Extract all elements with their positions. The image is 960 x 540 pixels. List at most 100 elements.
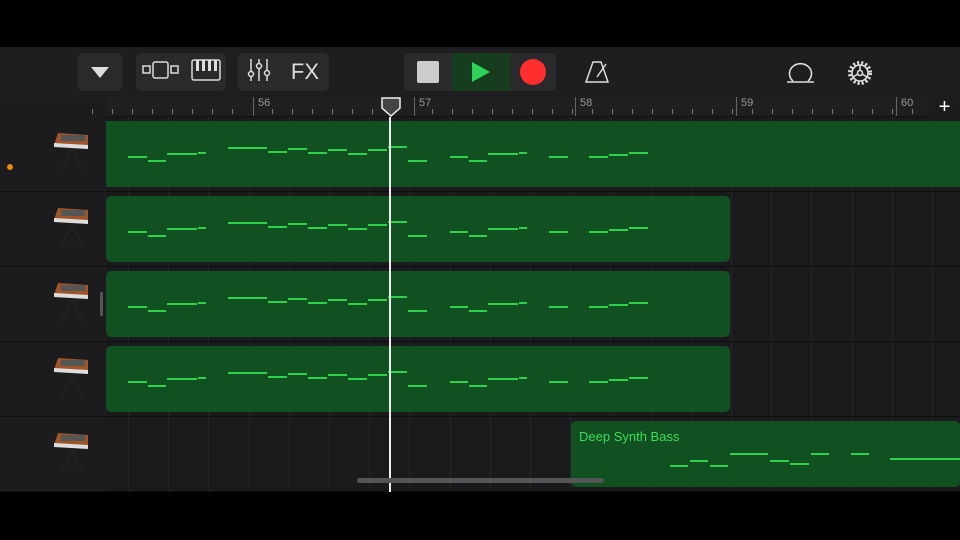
midi-note: [128, 381, 147, 383]
grid-line: [811, 192, 813, 266]
midi-note: [368, 224, 387, 226]
play-icon: [472, 62, 490, 82]
track-header[interactable]: [0, 267, 106, 342]
midi-note: [851, 453, 869, 455]
ruler-tick: [672, 109, 673, 114]
grid-line: [932, 267, 933, 341]
tracks-menu-button[interactable]: [77, 53, 123, 91]
ruler-tick: [552, 109, 553, 114]
midi-note: [328, 224, 347, 226]
synth-instrument-icon: [54, 208, 88, 247]
settings-button[interactable]: [846, 59, 874, 92]
play-button[interactable]: [452, 53, 510, 91]
ruler-tick: [292, 109, 293, 114]
midi-note: [148, 310, 166, 312]
record-button[interactable]: [510, 53, 556, 91]
midi-note: [228, 222, 267, 224]
horizontal-scrollbar[interactable]: [357, 478, 604, 483]
mixer-button[interactable]: [247, 58, 271, 87]
midi-note: [790, 463, 809, 465]
bar-number: 57: [414, 97, 431, 116]
ruler-tick: [812, 109, 813, 114]
midi-note: [328, 149, 347, 151]
stop-icon: [417, 61, 439, 83]
midi-note: [198, 377, 206, 379]
grid-line: [932, 192, 933, 266]
midi-note: [268, 301, 287, 303]
timeline-ruler[interactable]: 56 57 58 59 60: [92, 97, 929, 117]
transport: [404, 53, 556, 91]
ruler-tick: [572, 109, 573, 114]
track-header[interactable]: [0, 192, 106, 267]
playhead[interactable]: [389, 117, 391, 492]
midi-region[interactable]: [106, 271, 730, 337]
midi-note: [348, 378, 367, 380]
midi-note: [629, 377, 648, 379]
ruler-tick: [92, 109, 93, 114]
midi-note: [469, 385, 487, 387]
midi-note: [288, 223, 307, 225]
midi-note: [268, 376, 287, 378]
midi-note: [198, 227, 206, 229]
track-lane[interactable]: [106, 192, 960, 267]
midi-note: [519, 152, 527, 154]
midi-note: [450, 156, 468, 158]
track-lane[interactable]: [106, 342, 960, 417]
ruler-tick: [172, 109, 173, 114]
tracks-view-icon: [142, 60, 179, 79]
track-header[interactable]: [0, 417, 106, 492]
ruler-tick: [772, 109, 773, 114]
midi-region[interactable]: [106, 121, 960, 187]
midi-note: [450, 381, 468, 383]
track-header[interactable]: [0, 342, 106, 417]
midi-note: [469, 160, 487, 162]
midi-note: [549, 231, 568, 233]
midi-note: [148, 235, 166, 237]
add-section-button[interactable]: +: [929, 97, 960, 117]
ruler-tick: [792, 109, 793, 114]
midi-region[interactable]: [106, 196, 730, 262]
ruler-tick: [732, 109, 733, 114]
track-resize-handle[interactable]: [100, 292, 103, 316]
ruler-tick: [632, 109, 633, 114]
midi-note: [308, 227, 327, 229]
ruler-tick: [112, 109, 113, 114]
grid-line: [771, 267, 773, 341]
midi-note: [488, 228, 518, 230]
grid-line: [128, 417, 129, 491]
fx-button[interactable]: FX: [291, 59, 319, 85]
keyboard-icon: [191, 58, 221, 81]
midi-note: [488, 303, 518, 305]
bar-number: 56: [253, 97, 270, 116]
ruler-tick: [512, 109, 513, 114]
metronome-button[interactable]: [584, 59, 610, 90]
tracks-view-button[interactable]: [141, 60, 181, 85]
ruler-tick: [272, 109, 273, 114]
midi-note: [408, 385, 427, 387]
ruler-tick: [192, 109, 193, 114]
track-lane[interactable]: [106, 117, 960, 192]
loops-button[interactable]: [786, 59, 816, 90]
instrument-button[interactable]: [191, 58, 221, 86]
region-label: Deep Synth Bass: [579, 429, 680, 444]
stop-button[interactable]: [404, 53, 452, 91]
midi-note: [288, 298, 307, 300]
ruler-tick: [312, 109, 313, 114]
track-lane[interactable]: [106, 267, 960, 342]
ruler-tick: [432, 109, 433, 114]
midi-note: [710, 465, 728, 467]
midi-region[interactable]: [106, 346, 730, 412]
midi-note: [730, 453, 768, 455]
midi-region[interactable]: Deep Synth Bass: [571, 421, 960, 487]
midi-note: [328, 374, 347, 376]
grid-line: [851, 342, 853, 416]
midi-note: [670, 465, 688, 467]
track-header[interactable]: [0, 117, 106, 192]
grid-line: [851, 192, 853, 266]
grid-line: [771, 342, 773, 416]
playhead-handle[interactable]: [381, 97, 401, 117]
ruler-tick: [692, 109, 693, 114]
midi-note: [549, 381, 568, 383]
midi-note: [228, 372, 267, 374]
midi-note: [589, 306, 608, 308]
